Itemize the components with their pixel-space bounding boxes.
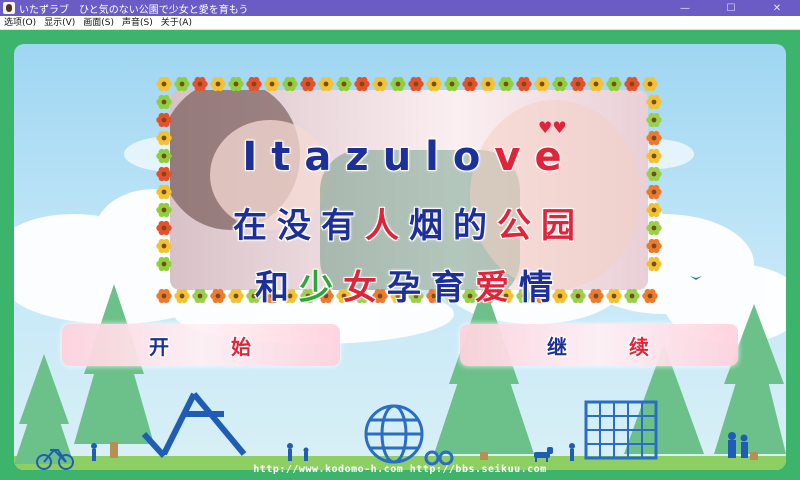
title-char: 烟 (409, 206, 453, 246)
flower-icon (646, 238, 662, 254)
flower-icon (646, 112, 662, 128)
continue-button-char-2: 续 (629, 334, 651, 359)
flower-icon (282, 76, 298, 92)
flower-icon (444, 76, 460, 92)
flower-icon (372, 76, 388, 92)
flower-icon (642, 76, 658, 92)
flower-icon (300, 76, 316, 92)
flower-icon (552, 76, 568, 92)
flower-icon (480, 76, 496, 92)
title-line-english: Itazulove (170, 134, 648, 180)
menu-screen[interactable]: 画面(S) (79, 16, 118, 30)
flower-icon (408, 76, 424, 92)
menu-sound[interactable]: 声音(S) (118, 16, 157, 30)
flower-icon (534, 76, 550, 92)
flower-icon (156, 94, 172, 110)
flower-icon (646, 184, 662, 200)
title-char: 人 (365, 206, 409, 246)
title-logo: Itazulove ♥♥ 在没有人烟的公园 和少女孕育爱情 (154, 74, 664, 309)
flower-icon (156, 76, 172, 92)
title-char: 在 (233, 206, 277, 246)
flower-icon (498, 76, 514, 92)
title-char: 情 (519, 268, 563, 308)
app-icon (3, 2, 15, 14)
title-char: 的 (453, 206, 497, 246)
minimize-button[interactable]: — (662, 0, 708, 16)
menu-about[interactable]: 关于(A) (157, 16, 196, 30)
window-title-bar[interactable]: いたずラブ ひと気のない公園で少女と愛を育もう — ☐ ✕ (0, 0, 800, 16)
title-char: 园 (541, 206, 585, 246)
maximize-button[interactable]: ☐ (708, 0, 754, 16)
close-button[interactable]: ✕ (754, 0, 800, 16)
title-char: 女 (343, 268, 387, 308)
flower-icon (336, 76, 352, 92)
continue-button[interactable]: 继 续 (460, 324, 738, 366)
window-title: いたずラブ ひと気のない公園で少女と愛を育もう (19, 4, 249, 16)
footer-urls: http://www.kodomo-h.com http://bbs.seiku… (253, 464, 547, 475)
flower-icon (210, 76, 226, 92)
globe-icon (364, 404, 424, 464)
flower-icon (646, 148, 662, 164)
hearts-icon: ♥♥ (538, 118, 567, 137)
menu-bar: 选项(O) 显示(V) 画面(S) 声音(S) 关于(A) (0, 16, 800, 30)
flower-icon (646, 130, 662, 146)
flower-icon (228, 76, 244, 92)
window-controls: — ☐ ✕ (662, 0, 800, 16)
flower-icon (318, 76, 334, 92)
flower-icon (156, 184, 172, 200)
title-char: 没 (277, 206, 321, 246)
flower-icon (264, 76, 280, 92)
flower-icon (606, 76, 622, 92)
continue-button-char-1: 继 (547, 334, 569, 359)
flower-icon (192, 76, 208, 92)
flower-icon (646, 202, 662, 218)
title-char: 爱 (475, 268, 519, 308)
flower-icon (646, 256, 662, 272)
flower-icon (646, 94, 662, 110)
title-char: 和 (255, 268, 299, 308)
flower-icon (156, 112, 172, 128)
flower-icon (426, 76, 442, 92)
flower-icon (646, 220, 662, 236)
flower-icon (570, 76, 586, 92)
start-button-char-1: 开 (149, 334, 171, 359)
flower-icon (174, 76, 190, 92)
slide-structure (141, 392, 247, 459)
flower-icon (390, 76, 406, 92)
title-word-itazulo: Itazulo (242, 134, 495, 180)
flower-icon (646, 166, 662, 182)
title-line-2: 在没有人烟的公园 (170, 198, 648, 247)
title-word-ve: ve (494, 134, 576, 180)
flower-icon (516, 76, 532, 92)
title-char: 育 (431, 268, 475, 308)
flower-icon (588, 76, 604, 92)
title-char: 孕 (387, 268, 431, 308)
title-char: 少 (299, 268, 343, 308)
flower-icon (624, 76, 640, 92)
menu-options[interactable]: 选项(O) (0, 16, 40, 30)
menu-display[interactable]: 显示(V) (40, 16, 79, 30)
flower-icon (354, 76, 370, 92)
flower-icon (246, 76, 262, 92)
start-button[interactable]: 开 始 (62, 324, 340, 366)
title-char: 有 (321, 206, 365, 246)
title-char: 公 (497, 206, 541, 246)
park-background: Itazulove ♥♥ 在没有人烟的公园 和少女孕育爱情 开 始 继 续 (14, 44, 786, 470)
title-line-3: 和少女孕育爱情 (170, 260, 648, 309)
start-button-char-2: 始 (231, 334, 253, 359)
flower-icon (462, 76, 478, 92)
game-screen[interactable]: Itazulove ♥♥ 在没有人烟的公园 和少女孕育爱情 开 始 继 续 ht… (0, 30, 800, 480)
